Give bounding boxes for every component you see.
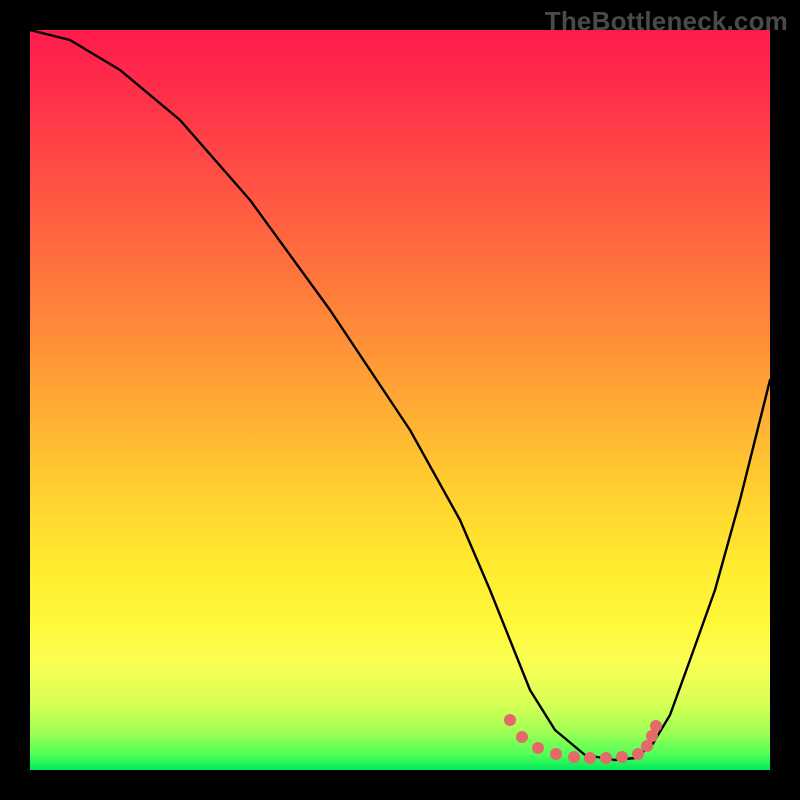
optimal-dot xyxy=(532,742,544,754)
optimal-dot xyxy=(616,751,628,763)
optimal-range-dots xyxy=(30,30,770,770)
optimal-dot xyxy=(516,731,528,743)
watermark-text: TheBottleneck.com xyxy=(545,6,788,37)
chart-frame xyxy=(30,30,770,770)
optimal-dot xyxy=(650,720,662,732)
optimal-dot xyxy=(568,751,580,763)
optimal-dot xyxy=(550,748,562,760)
optimal-dot xyxy=(584,752,596,764)
optimal-dot xyxy=(504,714,516,726)
optimal-dot xyxy=(600,752,612,764)
